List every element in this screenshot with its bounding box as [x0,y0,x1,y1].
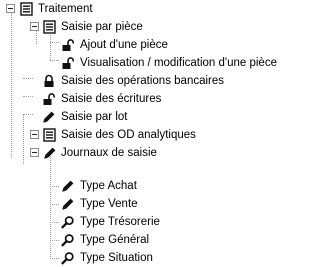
tree-node-label: Type Vente [80,198,138,210]
list-icon [20,2,34,16]
tree-node-type-achat[interactable]: Type Achat [0,177,294,195]
pencil-icon [61,197,75,211]
list-icon [43,20,57,34]
tree-node-traitement[interactable]: Traitement [0,0,294,18]
lock-icon [42,74,56,88]
collapse-toggle[interactable] [30,22,39,31]
pencil-icon [43,146,57,160]
tree-node-type-general[interactable]: Type Général [0,231,294,249]
tree-node-label: Ajout d'une pièce [80,39,168,51]
collapse-toggle[interactable] [30,130,39,139]
tree-node-label: Type Situation [80,252,153,264]
pencil-icon [61,179,75,193]
tree-node-type-situation[interactable]: Type Situation [0,249,294,267]
tree-node-label: Saisie des écritures [61,93,162,105]
magnifier-icon [61,251,75,265]
pencil-icon [42,110,56,124]
tree-node-label: Traitement [38,3,93,15]
collapse-toggle[interactable] [30,148,39,157]
tree-node-type-tresorerie[interactable]: Type Trésorerie [0,213,294,231]
list-icon [43,128,57,142]
tree-node-label: Type Achat [80,180,137,192]
magnifier-icon [61,215,75,229]
tree-node-journaux-de-saisie[interactable]: Journaux de saisie [0,144,294,162]
tree-node-ajout-piece[interactable]: Ajout d'une pièce [0,36,294,54]
tree-node-type-vente[interactable]: Type Vente [0,195,294,213]
tree-node-label: Saisie des opérations bancaires [61,75,225,87]
tree-node-operations-bancaires[interactable]: Saisie des opérations bancaires [0,72,294,90]
tree-node-label: Visualisation / modification d'une pièce [80,57,277,69]
tree-node-label: Type Trésorerie [80,216,160,228]
tree-node-label: Type Général [80,234,150,246]
tree-node-label: Journaux de saisie [61,147,157,159]
tree-node-ecritures[interactable]: Saisie des écritures [0,90,294,108]
tree-node-saisie-par-lot[interactable]: Saisie par lot [0,108,294,126]
tree-node-od-analytiques[interactable]: Saisie des OD analytiques [0,126,294,144]
tree-node-label: Saisie par pièce [61,21,143,33]
collapse-toggle[interactable] [6,4,15,13]
lock-open-icon [61,56,75,70]
magnifier-icon [61,233,75,247]
lock-open-icon [61,38,75,52]
tree-view[interactable]: Traitement Saisie par pièce Ajout d'une … [0,0,294,266]
tree-node-saisie-par-piece[interactable]: Saisie par pièce [0,18,294,36]
tree-node-visualisation-piece[interactable]: Visualisation / modification d'une pièce [0,54,294,72]
lock-open-icon [42,92,56,106]
tree-node-label: Saisie des OD analytiques [61,129,196,141]
tree-node-label: Saisie par lot [61,111,128,123]
